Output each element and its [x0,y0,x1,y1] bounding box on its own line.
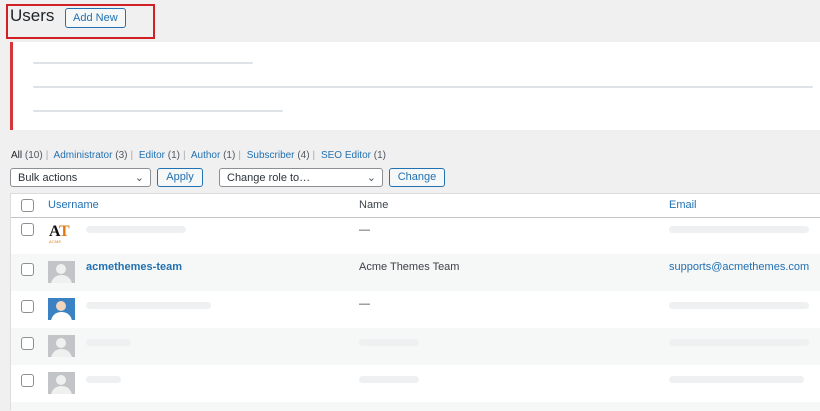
notice-blurred-line [33,86,813,88]
user-avatar-icon [48,261,75,283]
blurred-username [86,226,186,233]
blurred-email [669,302,809,309]
chevron-down-icon: ⌄ [366,172,376,184]
change-role-button[interactable]: Change [389,168,445,187]
blurred-email [669,226,809,233]
chevron-down-icon: ⌄ [134,172,144,184]
row-checkbox[interactable] [21,263,34,276]
blurred-email [669,339,809,346]
row-checkbox[interactable] [21,223,34,236]
blurred-username [86,376,121,383]
change-role-select[interactable]: Change role to… ⌄ [219,168,383,187]
select-all-checkbox[interactable] [21,199,34,212]
filter-editor[interactable]: Editor (1) [139,150,180,161]
admin-notice [10,42,820,130]
users-table: Username Name Email ATACME THEMES — acme… [10,193,820,411]
column-name: Name [359,199,389,211]
table-row [11,365,820,402]
filter-all[interactable]: All (10) [11,150,43,161]
table-row: — [11,291,820,328]
row-checkbox[interactable] [21,300,34,313]
blurred-username [86,339,131,346]
row-checkbox[interactable] [21,374,34,387]
acme-logo-icon: ATACME THEMES [48,222,75,244]
column-email[interactable]: Email [669,199,697,211]
filter-seo-editor[interactable]: SEO Editor (1) [321,150,386,161]
blurred-name [359,376,419,383]
username-link[interactable]: acmethemes-team [86,261,182,273]
table-row: acmethemes-team Acme Themes Team support… [11,254,820,291]
email-link[interactable]: supports@acmethemes.com [669,261,809,273]
page-header: Users Add New [0,0,820,42]
blurred-username [86,302,211,309]
user-avatar-icon [48,335,75,357]
user-avatar-icon [48,298,75,320]
highlight-annotation [6,4,155,39]
apply-button[interactable]: Apply [157,168,203,187]
blurred-name [359,339,419,346]
row-checkbox[interactable] [21,337,34,350]
blurred-email [669,376,804,383]
role-filter-links: All (10) | Administrator (3) | Editor (1) |… [11,150,386,161]
user-name: — [359,298,370,310]
column-username[interactable]: Username [48,199,99,211]
user-name: — [359,224,370,236]
bulk-actions-select[interactable]: Bulk actions ⌄ [10,168,151,187]
user-avatar-icon [48,372,75,394]
notice-blurred-line [33,62,253,64]
filter-author[interactable]: Author (1) [191,150,235,161]
notice-blurred-line [33,110,283,112]
table-header: Username Name Email [11,194,820,218]
user-name: Acme Themes Team [359,261,460,273]
table-row [11,328,820,365]
table-row: ATACME THEMES — [11,217,820,254]
filter-administrator[interactable]: Administrator (3) [54,150,128,161]
filter-subscriber[interactable]: Subscriber (4) [247,150,310,161]
